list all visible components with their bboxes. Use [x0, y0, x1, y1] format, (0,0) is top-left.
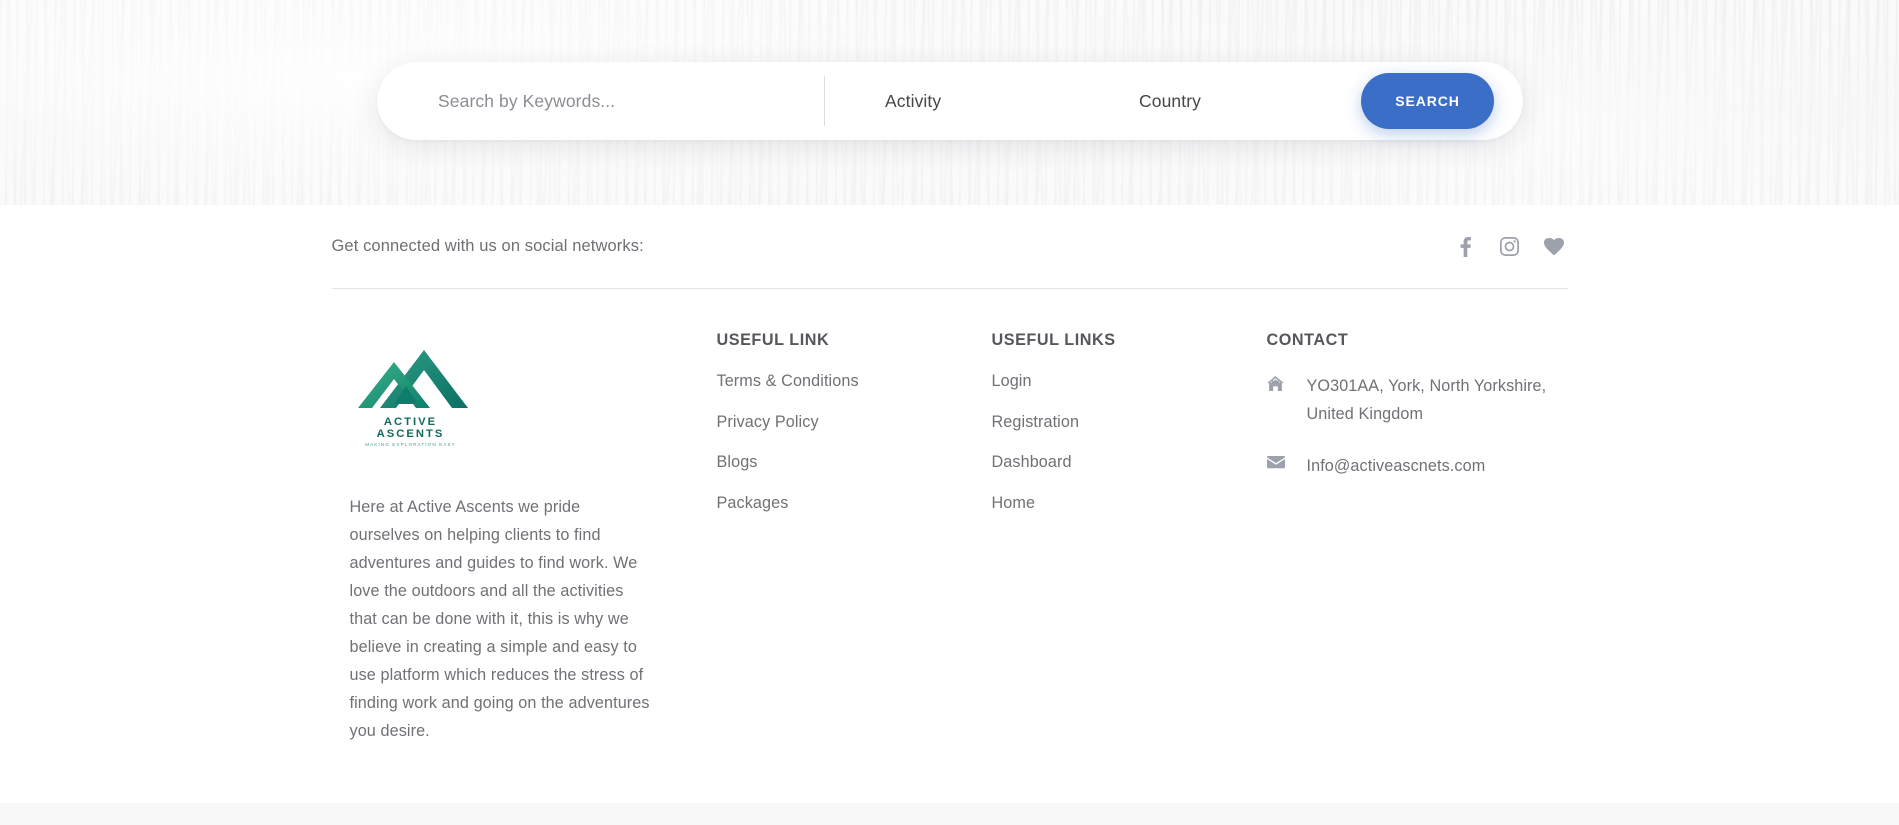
activity-select[interactable]: Activity [825, 62, 1093, 140]
search-button-wrapper: SEARCH [1360, 62, 1523, 140]
brand-column: ACTIVE ASCENTS MAKING EXPLORATION EASY H… [332, 331, 717, 745]
list-item: Registration [992, 413, 1267, 432]
list-item: Privacy Policy [717, 413, 992, 432]
active-ascents-logo[interactable]: ACTIVE ASCENTS MAKING EXPLORATION EASY [350, 348, 472, 447]
useful-link-column: USEFUL LINK Terms & Conditions Privacy P… [717, 331, 992, 745]
activity-select-label: Activity [885, 90, 942, 111]
hero-section: Activity Country SEARCH [0, 0, 1899, 205]
address-text: YO301AA, York, North Yorkshire, United K… [1306, 377, 1547, 423]
contact-address: YO301AA, York, North Yorkshire, United K… [1267, 372, 1567, 428]
heart-icon[interactable] [1543, 236, 1565, 258]
useful-links-list: Login Registration Dashboard Home [992, 372, 1267, 513]
contact-title: CONTACT [1266, 331, 1349, 349]
contact-column: CONTACT YO301AA, York, North Yorkshire, … [1266, 331, 1568, 745]
country-select[interactable]: Country [1093, 62, 1360, 140]
link-privacy-policy[interactable]: Privacy Policy [717, 413, 819, 431]
search-button[interactable]: SEARCH [1361, 73, 1494, 129]
keywords-field-wrapper [377, 62, 824, 140]
link-registration[interactable]: Registration [992, 413, 1080, 431]
envelope-glyph [1266, 456, 1285, 469]
link-dashboard[interactable]: Dashboard [992, 453, 1072, 471]
useful-links-column: USEFUL LINKS Login Registration Dashboar… [992, 331, 1267, 745]
home-glyph [1267, 376, 1284, 391]
list-item: Blogs [717, 453, 992, 472]
social-icon-list [1455, 236, 1565, 258]
useful-link-title: USEFUL LINK [716, 331, 830, 349]
instagram-glyph [1500, 237, 1519, 256]
social-prompt: Get connected with us on social networks… [331, 237, 644, 255]
footer-container: Get connected with us on social networks… [285, 205, 1615, 745]
social-row: Get connected with us on social networks… [309, 205, 1591, 288]
logo-tagline: MAKING EXPLORATION EASY [365, 442, 456, 447]
list-item: Dashboard [992, 453, 1267, 472]
contact-email: Info@activeascnets.com [1266, 452, 1567, 480]
facebook-icon[interactable] [1455, 236, 1477, 258]
list-item: Home [992, 494, 1267, 513]
instagram-icon[interactable] [1499, 236, 1521, 258]
country-select-label: Country [1139, 90, 1201, 111]
list-item: Packages [717, 494, 992, 513]
copyright-bar: © 2024 Copyright: Active Ascents [0, 803, 1899, 825]
search-keywords-input[interactable] [438, 90, 824, 112]
link-home[interactable]: Home [992, 494, 1036, 512]
link-blogs[interactable]: Blogs [717, 453, 758, 471]
brand-description: Here at Active Ascents we pride ourselve… [349, 498, 650, 740]
envelope-icon [1266, 456, 1285, 469]
facebook-glyph [1460, 236, 1471, 257]
link-login[interactable]: Login [992, 372, 1032, 390]
link-packages[interactable]: Packages [717, 494, 789, 512]
list-item: Terms & Conditions [717, 372, 992, 391]
footer: Get connected with us on social networks… [0, 205, 1899, 825]
link-terms-conditions[interactable]: Terms & Conditions [717, 372, 859, 390]
list-item: Login [992, 372, 1267, 391]
logo-wordmark: ACTIVE ASCENTS [376, 416, 445, 440]
footer-columns: ACTIVE ASCENTS MAKING EXPLORATION EASY H… [309, 289, 1591, 745]
useful-links-title: USEFUL LINKS [991, 331, 1116, 349]
home-icon [1267, 376, 1285, 391]
useful-link-list: Terms & Conditions Privacy Policy Blogs … [717, 372, 992, 513]
mountain-logo-icon [357, 350, 468, 408]
search-bar: Activity Country SEARCH [377, 62, 1523, 140]
email-text[interactable]: Info@activeascnets.com [1307, 452, 1567, 480]
heart-glyph [1543, 237, 1564, 255]
